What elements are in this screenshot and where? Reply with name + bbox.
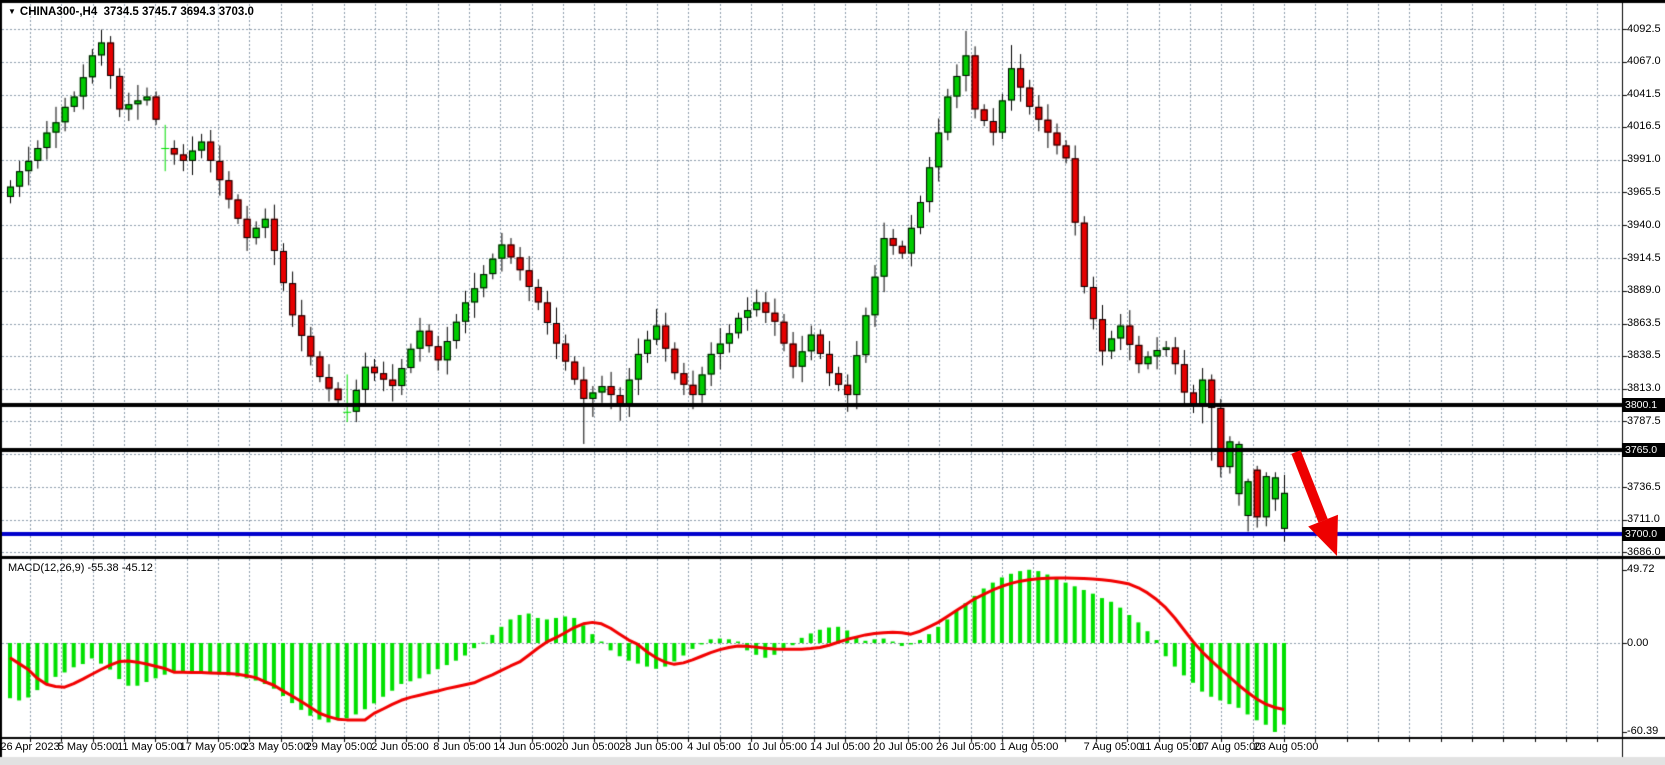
symbol-period-label: CHINA300-,H4	[20, 6, 97, 18]
ohlc-readout: 3734.5 3745.7 3694.3 3703.0	[104, 6, 254, 18]
price-tick-label: 4041.5	[1627, 88, 1661, 101]
price-tick-label: 3711.0	[1627, 513, 1660, 526]
price-tick-label: 3940.0	[1627, 219, 1661, 232]
price-tick-label: 3863.5	[1627, 317, 1661, 330]
down-arrow-annotation[interactable]	[0, 0, 1665, 765]
symbol-dropdown-icon[interactable]: ▼	[8, 7, 16, 16]
symbol-title: ▼ CHINA300-,H4 3734.5 3745.7 3694.3 3703.…	[8, 5, 254, 19]
macd-tick-label: -60.39	[1627, 725, 1658, 738]
price-tick-label: 3889.0	[1627, 284, 1661, 297]
price-tick-label: 3838.5	[1627, 349, 1661, 362]
macd-tick-label: 49.72	[1627, 563, 1655, 576]
price-tick-label: 3787.5	[1627, 415, 1661, 428]
price-tick-label: 4016.5	[1627, 120, 1661, 133]
price-tick-label: 3813.0	[1627, 382, 1661, 395]
price-tick-label: 4067.0	[1627, 55, 1661, 68]
price-tick-label: 3686.0	[1627, 546, 1661, 559]
price-line-label: 3800.1	[1622, 398, 1665, 412]
time-axis-label: 23 Aug 05:00	[1241, 741, 1331, 753]
price-tick-label: 3965.5	[1627, 186, 1661, 199]
price-tick-label: 4092.5	[1627, 23, 1661, 36]
price-tick-label: 3736.5	[1627, 481, 1661, 494]
mt4-chart-window: ▼ CHINA300-,H4 3734.5 3745.7 3694.3 3703.…	[0, 0, 1665, 765]
price-tick-label: 3914.5	[1627, 252, 1661, 265]
price-line-label: 3700.0	[1622, 527, 1665, 541]
macd-indicator-label: MACD(12,26,9) -55.38 -45.12	[8, 562, 153, 575]
time-axis-label: 1 Aug 05:00	[984, 741, 1074, 753]
price-line-label: 3765.0	[1622, 443, 1665, 457]
macd-tick-label: 0.00	[1627, 637, 1648, 650]
price-tick-label: 3991.0	[1627, 153, 1661, 166]
